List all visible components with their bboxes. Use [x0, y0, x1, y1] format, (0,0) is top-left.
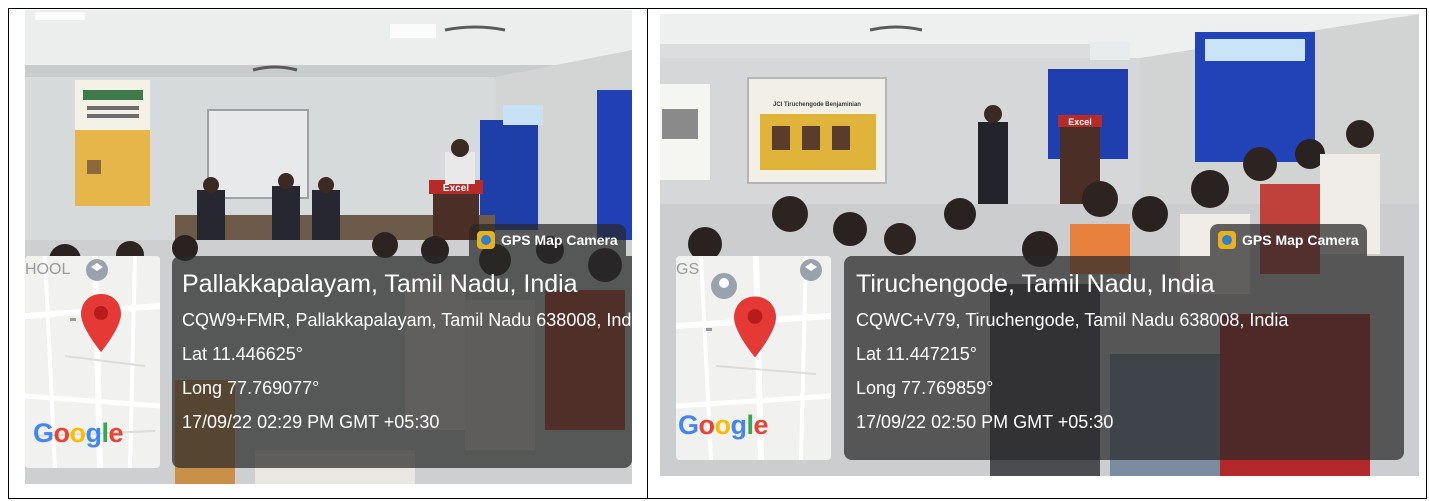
location-pin-icon — [81, 294, 121, 352]
gps-badge-label: GPS Map Camera — [1242, 232, 1359, 248]
location-info-panel: Pallakkapalayam, Tamil Nadu, India CQW9+… — [172, 256, 632, 468]
map-thumbnail: GS Google — [676, 256, 831, 460]
place-name: Tiruchengode, Tamil Nadu, India — [856, 270, 1215, 298]
podium-sign: Excel — [443, 183, 469, 194]
google-logo: Google — [678, 410, 769, 440]
gps-map-camera-badge: GPS Map Camera — [1210, 224, 1367, 256]
location-pin-icon — [734, 296, 776, 358]
longitude-text: Long 77.769859° — [856, 378, 994, 398]
address-text: CQW9+FMR, Pallakkapalayam, Tamil Nadu 63… — [182, 310, 632, 330]
gps-camera-app-icon — [477, 231, 495, 249]
event-photo-1: Excel GPS Map Camera Pallakkapalayam, Ta… — [25, 10, 632, 484]
location-info-panel: Tiruchengode, Tamil Nadu, India CQWC+V79… — [844, 256, 1404, 460]
latitude-text: Lat 11.446625° — [182, 344, 303, 364]
map-thumbnail: HOOL Google — [25, 256, 160, 468]
map-poi-label: GS — [676, 261, 699, 278]
latitude-text: Lat 11.447215° — [856, 344, 977, 364]
gps-map-camera-badge: GPS Map Camera — [469, 224, 626, 256]
gps-badge-label: GPS Map Camera — [501, 232, 618, 248]
place-name: Pallakkapalayam, Tamil Nadu, India — [182, 270, 578, 298]
google-logo: Google — [33, 418, 124, 448]
event-photo-2: JCI Tiruchengode Benjaminian Excel GPS M… — [660, 14, 1419, 476]
banner-title: JCI Tiruchengode Benjaminian — [773, 102, 861, 108]
cell-divider — [647, 8, 648, 499]
datetime-text: 17/09/22 02:50 PM GMT +05:30 — [856, 412, 1114, 432]
gps-camera-app-icon — [1218, 231, 1236, 249]
map-poi-label: HOOL — [25, 261, 70, 278]
podium-sign: Excel — [1068, 117, 1092, 127]
address-text: CQWC+V79, Tiruchengode, Tamil Nadu 63800… — [856, 310, 1289, 330]
longitude-text: Long 77.769077° — [182, 378, 320, 398]
datetime-text: 17/09/22 02:29 PM GMT +05:30 — [182, 412, 440, 432]
